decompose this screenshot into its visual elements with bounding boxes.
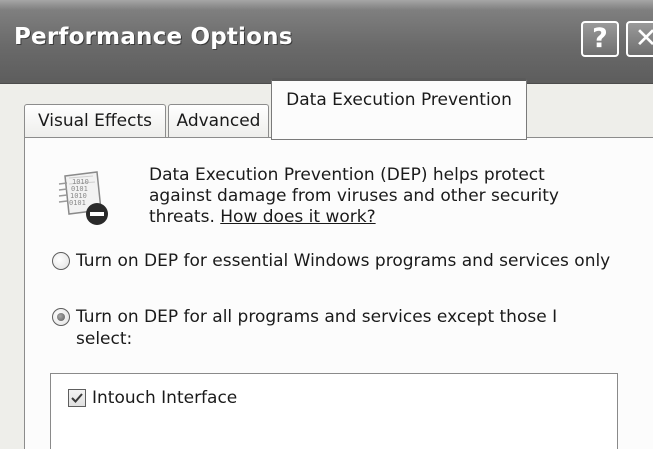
close-button[interactable]: ✕ [626, 21, 653, 57]
dep-description: Data Execution Prevention (DEP) helps pr… [149, 165, 609, 228]
window-title: Performance Options [14, 24, 293, 50]
radio-all-except-selected-label[interactable]: Turn on DEP for all programs and service… [52, 306, 612, 350]
intouch-interface-label[interactable]: Intouch Interface [68, 387, 237, 409]
svg-text:0101: 0101 [69, 199, 86, 207]
close-icon: ✕ [634, 23, 653, 54]
performance-options-window: Performance Options ? ✕ Visual Effects A… [0, 0, 653, 449]
how-does-it-work-link[interactable]: How does it work? [220, 207, 375, 227]
tab-dep-label: Data Execution Prevention [286, 90, 512, 110]
tab-data-execution-prevention[interactable]: Data Execution Prevention [271, 78, 527, 140]
radio-all-except-selected-button[interactable] [52, 308, 70, 326]
dep-shield-binary-icon: 1010 0101 1010 0101 [57, 170, 117, 230]
intouch-interface-checkbox[interactable] [68, 389, 86, 407]
help-button[interactable]: ? [581, 21, 619, 57]
radio-essential-only-button[interactable] [52, 252, 70, 270]
tab-advanced[interactable]: Advanced [168, 104, 269, 138]
tab-visual-effects[interactable]: Visual Effects [24, 104, 166, 138]
radio-essential-only-label[interactable]: Turn on DEP for essential Windows progra… [52, 250, 612, 272]
dep-exceptions-list[interactable]: Intouch Interface [50, 373, 618, 449]
title-bar[interactable]: Performance Options ? ✕ [0, 0, 653, 84]
help-icon: ? [592, 23, 608, 54]
radio-essential-only[interactable]: Turn on DEP for essential Windows progra… [52, 250, 612, 272]
list-item[interactable]: Intouch Interface [68, 387, 237, 409]
radio-all-except-selected[interactable]: Turn on DEP for all programs and service… [52, 306, 612, 350]
